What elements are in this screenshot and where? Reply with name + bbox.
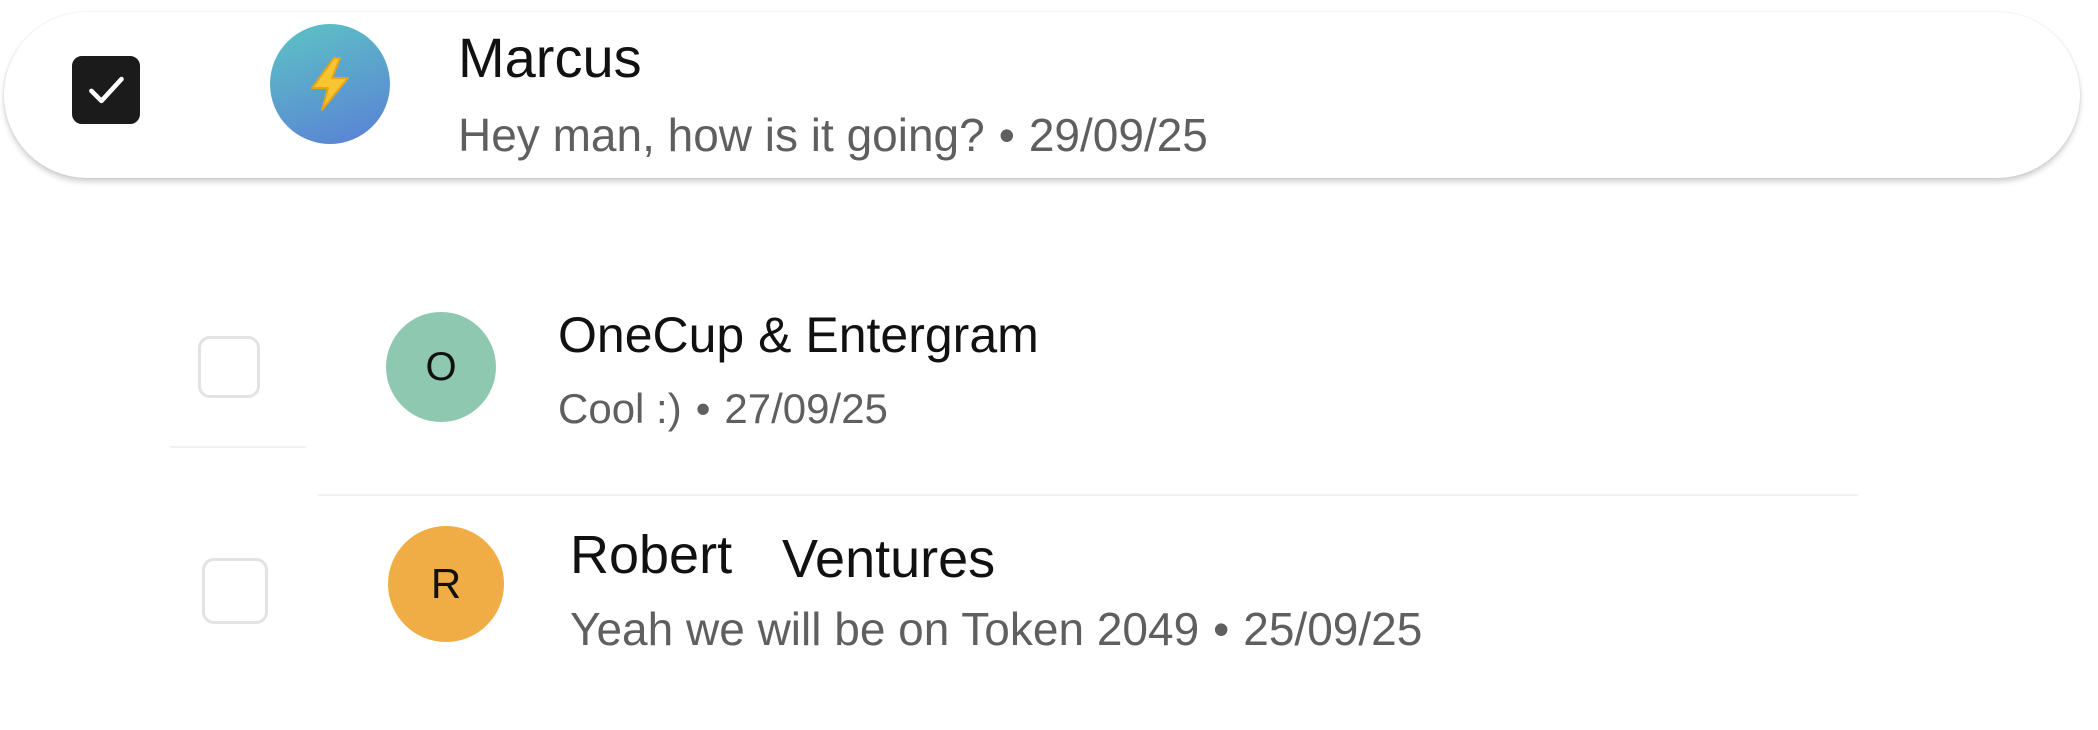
contact-name: OneCup & Entergram (558, 307, 1039, 363)
message-preview: Cool :) (558, 385, 682, 432)
avatar (270, 24, 390, 144)
message-date: 29/09/25 (1028, 109, 1208, 161)
row-checkbox[interactable] (202, 558, 268, 624)
lightning-bolt-icon (311, 57, 349, 111)
separator-dot: • (998, 109, 1015, 161)
contact-name: Marcus (458, 26, 642, 89)
contact-name-part-1: Robert (570, 525, 733, 585)
conversation-list: Marcus Hey man, how is it going? • 29/09/2… (0, 0, 2098, 730)
avatar: R (388, 526, 504, 642)
avatar-initial: O (425, 344, 457, 389)
message-date: 25/09/25 (1243, 603, 1423, 655)
checkmark-icon (89, 76, 124, 104)
avatar-initial: R (430, 560, 462, 607)
row-checkbox-checked[interactable] (72, 56, 140, 124)
contact-name-overlay: Ventures (760, 502, 1012, 592)
message-preview: Yeah we will be on Token 2049 (570, 603, 1200, 655)
message-preview-line: Hey man, how is it going? • 29/09/25 (458, 112, 1208, 158)
message-preview-line: Cool :) • 27/09/25 (558, 388, 888, 430)
separator-dot: • (1213, 603, 1230, 655)
divider (170, 446, 306, 448)
contact-name-part-2: Ventures (782, 529, 996, 589)
contact-name: Robert (570, 528, 732, 582)
row-checkbox[interactable] (198, 336, 260, 398)
message-date: 27/09/25 (724, 385, 888, 432)
message-preview-line: Yeah we will be on Token 2049 • 25/09/25 (570, 606, 1422, 652)
message-preview: Hey man, how is it going? (458, 109, 985, 161)
avatar: O (386, 312, 496, 422)
separator-dot: • (695, 385, 711, 432)
divider (318, 494, 1858, 496)
